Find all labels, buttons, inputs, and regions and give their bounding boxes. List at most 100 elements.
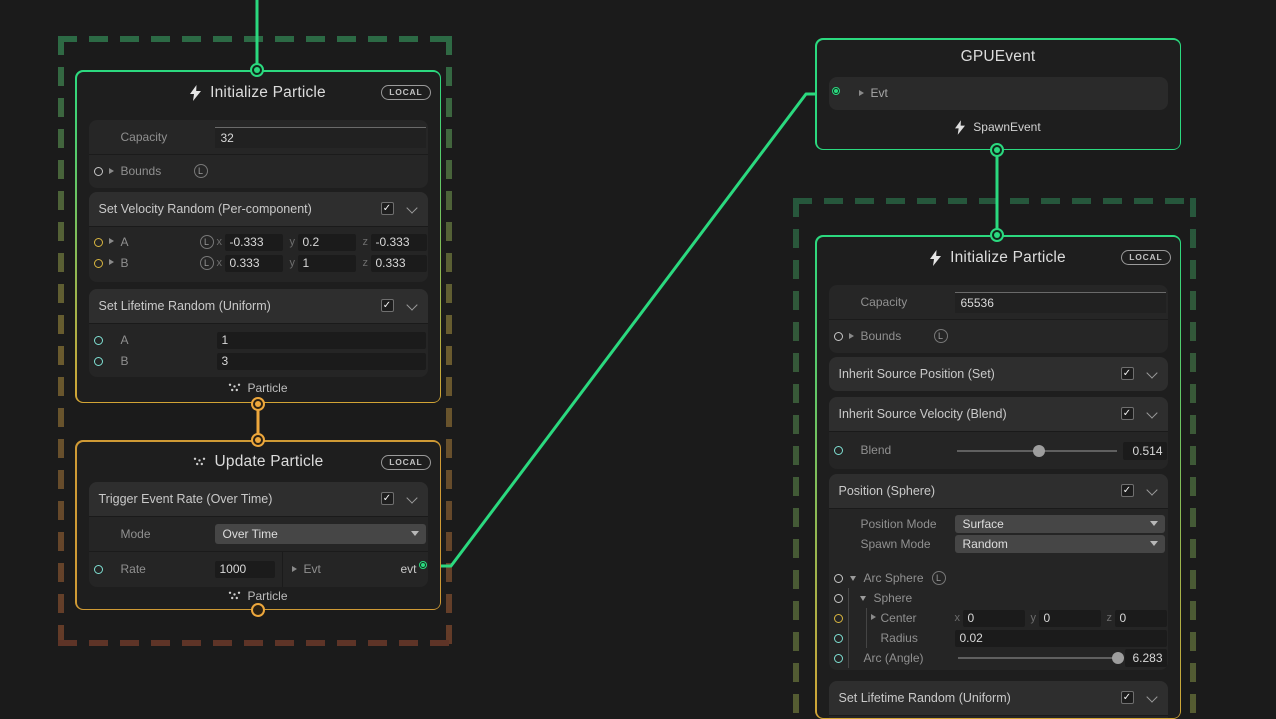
row-label: B xyxy=(121,354,129,368)
port-b[interactable] xyxy=(94,357,103,366)
block-set-lifetime-random: Set Lifetime Random (Uniform) ✓ xyxy=(829,681,1168,718)
collapse-icon[interactable] xyxy=(860,596,866,601)
evt-expander-icon[interactable] xyxy=(292,566,297,572)
particle-icon xyxy=(228,383,241,393)
expander-icon[interactable] xyxy=(109,238,114,244)
arc-angle-port[interactable] xyxy=(834,654,843,663)
block-enabled-checkbox[interactable]: ✓ xyxy=(1121,484,1134,497)
bounds-label: Bounds xyxy=(121,164,162,178)
block-header[interactable]: Trigger Event Rate (Over Time) ✓ xyxy=(89,482,428,517)
block-enabled-checkbox[interactable]: ✓ xyxy=(381,202,394,215)
flow-port-update-input[interactable] xyxy=(251,433,265,447)
blend-port[interactable] xyxy=(834,446,843,455)
capacity-label: Capacity xyxy=(861,295,908,309)
sphere-port[interactable] xyxy=(834,594,843,603)
block-header[interactable]: Set Lifetime Random (Uniform) ✓ xyxy=(89,289,428,324)
local-space-icon[interactable]: L xyxy=(934,329,948,343)
arc-sphere-section: Arc Sphere L Sphere xyxy=(829,568,1168,668)
center-y-field[interactable]: 0 xyxy=(1039,610,1101,627)
x-field[interactable]: 0.333 xyxy=(225,255,283,272)
arc-slider-track[interactable] xyxy=(958,657,1118,659)
vfx-graph-canvas[interactable]: Initialize Particle LOCAL Capacity 32 Bo… xyxy=(0,0,1276,719)
port-gpuevent-evt-input[interactable] xyxy=(832,87,840,95)
port-evt-output[interactable] xyxy=(419,561,427,569)
port-a[interactable] xyxy=(94,238,103,247)
context-node-gpuevent[interactable]: GPUEvent Evt SpawnEvent xyxy=(815,38,1181,150)
block-enabled-checkbox[interactable]: ✓ xyxy=(1121,407,1134,420)
expander-icon[interactable] xyxy=(109,259,114,265)
mode-dropdown[interactable]: Over Time xyxy=(215,524,426,544)
center-expander-icon[interactable] xyxy=(871,614,876,620)
node-titlebar[interactable]: Initialize Particle LOCAL xyxy=(77,72,440,114)
block-enabled-checkbox[interactable]: ✓ xyxy=(1121,367,1134,380)
z-field[interactable]: -0.333 xyxy=(371,234,427,251)
settings-group: Capacity 32 Bounds L xyxy=(89,120,428,188)
y-field[interactable]: 1 xyxy=(298,255,356,272)
port-a[interactable] xyxy=(94,336,103,345)
z-field[interactable]: 0.333 xyxy=(371,255,427,272)
bounds-port[interactable] xyxy=(94,167,103,176)
context-node-update[interactable]: Update Particle LOCAL Trigger Event Rate… xyxy=(75,440,441,610)
context-node-initialize-right[interactable]: Initialize Particle LOCAL Capacity 65536… xyxy=(815,235,1181,719)
particle-output: Particle xyxy=(77,381,440,395)
local-space-icon[interactable]: L xyxy=(932,571,946,585)
blend-value[interactable]: 0.514 xyxy=(1123,442,1167,460)
flow-port-initialize-left-output[interactable] xyxy=(251,397,265,411)
evt-expander-icon[interactable] xyxy=(859,90,864,96)
node-titlebar[interactable]: GPUEvent xyxy=(817,40,1180,74)
flow-port-update-output[interactable] xyxy=(251,603,265,617)
x-field[interactable]: -0.333 xyxy=(225,234,283,251)
local-space-icon[interactable]: L xyxy=(200,235,214,249)
flow-port-initialize-left-input[interactable] xyxy=(250,63,264,77)
block-enabled-checkbox[interactable]: ✓ xyxy=(381,492,394,505)
node-titlebar[interactable]: Update Particle LOCAL xyxy=(77,442,440,482)
flow-port-gpuevent-output[interactable] xyxy=(990,143,1004,157)
b-field[interactable]: 3 xyxy=(217,353,426,370)
bounds-expander-icon[interactable] xyxy=(849,333,854,339)
center-x-field[interactable]: 0 xyxy=(963,610,1025,627)
indent-guide xyxy=(866,628,867,648)
arc-slider-handle[interactable] xyxy=(1112,652,1124,664)
port-b[interactable] xyxy=(94,259,103,268)
center-z-field[interactable]: 0 xyxy=(1115,610,1167,627)
collapse-icon[interactable] xyxy=(850,576,856,581)
bounds-port[interactable] xyxy=(834,332,843,341)
capacity-field[interactable]: 32 xyxy=(215,127,426,148)
block-enabled-checkbox[interactable]: ✓ xyxy=(1121,691,1134,704)
a-field[interactable]: 1 xyxy=(217,332,426,349)
block-header[interactable]: Set Lifetime Random (Uniform) ✓ xyxy=(829,681,1168,716)
block-header[interactable]: Position (Sphere) ✓ xyxy=(829,474,1168,509)
capacity-field[interactable]: 65536 xyxy=(955,292,1166,313)
radius-port[interactable] xyxy=(834,634,843,643)
y-field[interactable]: 0.2 xyxy=(298,234,356,251)
edge-evt-to-gpuevent[interactable] xyxy=(429,94,833,566)
spawn-mode-dropdown[interactable]: Random xyxy=(955,535,1165,553)
rate-port[interactable] xyxy=(94,565,103,574)
arc-sphere-port[interactable] xyxy=(834,574,843,583)
bounds-expander-icon[interactable] xyxy=(109,168,114,174)
radius-field[interactable]: 0.02 xyxy=(955,630,1167,647)
rate-label: Rate xyxy=(121,562,146,576)
block-header[interactable]: Set Velocity Random (Per-component) ✓ xyxy=(89,192,428,227)
axis-x-label: x xyxy=(217,236,223,248)
particle-icon xyxy=(228,591,241,601)
lightning-icon xyxy=(930,250,941,266)
context-node-initialize-left[interactable]: Initialize Particle LOCAL Capacity 32 Bo… xyxy=(75,70,441,403)
arc-value[interactable]: 6.283 xyxy=(1125,649,1167,667)
spawnevent-label: SpawnEvent xyxy=(973,120,1040,134)
blend-slider-handle[interactable] xyxy=(1033,445,1045,457)
flow-port-initialize-right-input[interactable] xyxy=(990,228,1004,242)
block-header[interactable]: Inherit Source Position (Set) ✓ xyxy=(829,357,1168,391)
position-mode-value: Surface xyxy=(955,517,1150,531)
capacity-row: Capacity 32 xyxy=(89,120,428,154)
local-space-icon[interactable]: L xyxy=(200,256,214,270)
sphere-label: Sphere xyxy=(874,591,913,605)
rate-field[interactable]: 1000 xyxy=(215,561,275,578)
block-header[interactable]: Inherit Source Velocity (Blend) ✓ xyxy=(829,397,1168,432)
center-port[interactable] xyxy=(834,614,843,623)
block-enabled-checkbox[interactable]: ✓ xyxy=(381,299,394,312)
node-titlebar[interactable]: Initialize Particle LOCAL xyxy=(817,237,1180,279)
position-mode-dropdown[interactable]: Surface xyxy=(955,515,1165,533)
indent-guide xyxy=(848,608,849,628)
local-space-icon[interactable]: L xyxy=(194,164,208,178)
